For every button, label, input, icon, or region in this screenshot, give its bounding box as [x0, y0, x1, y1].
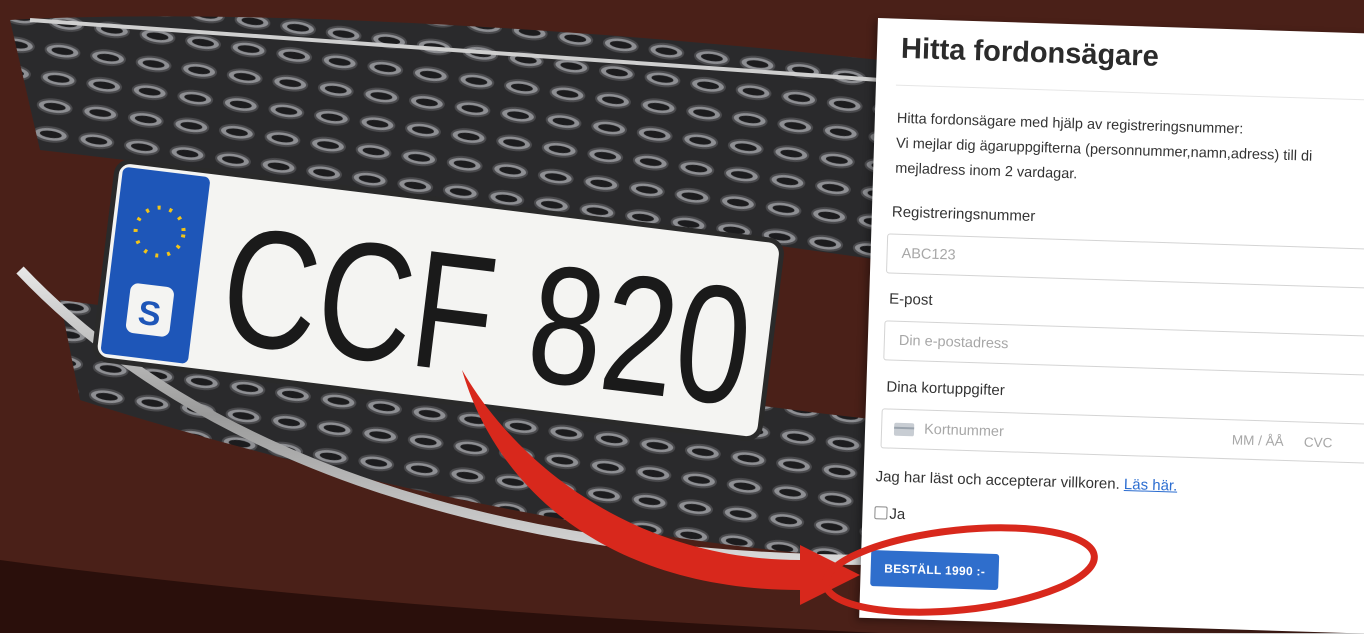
card-cvc-placeholder: CVC — [1303, 434, 1333, 451]
email-placeholder: Din e-postadress — [898, 332, 1009, 353]
form-description: Hitta fordonsägare med hjälp av registre… — [895, 107, 1364, 197]
terms-text: Jag har läst och accepterar villkoren. — [875, 468, 1121, 493]
card-expiry-placeholder: MM / ÅÅ — [1231, 432, 1284, 449]
email-label: E-post — [888, 290, 933, 309]
order-button[interactable]: BESTÄLL 1990 :- — [870, 550, 1000, 591]
reg-number-placeholder: ABC123 — [901, 245, 956, 264]
email-input[interactable]: Din e-postadress — [883, 320, 1364, 376]
card-input[interactable]: Kortnummer MM / ÅÅ CVC — [880, 408, 1364, 464]
title-divider — [895, 84, 1364, 101]
card-number-placeholder: Kortnummer — [923, 421, 1005, 441]
accept-terms-checkbox[interactable] — [874, 506, 888, 520]
card-details-label: Dina kortuppgifter — [886, 378, 1006, 400]
reg-number-label: Registreringsnummer — [891, 203, 1036, 226]
plate-country-code: S — [136, 294, 163, 334]
order-form: Hitta fordonsägare Hitta fordonsägare me… — [859, 18, 1364, 634]
terms-text-row: Jag har läst och accepterar villkoren. L… — [875, 468, 1177, 494]
terms-link[interactable]: Läs här. — [1124, 476, 1178, 495]
accept-terms-row[interactable]: Ja — [874, 505, 906, 524]
credit-card-icon — [893, 422, 915, 437]
reg-number-input[interactable]: ABC123 — [885, 233, 1364, 289]
form-title: Hitta fordonsägare — [900, 32, 1160, 73]
accept-terms-label: Ja — [889, 505, 906, 524]
